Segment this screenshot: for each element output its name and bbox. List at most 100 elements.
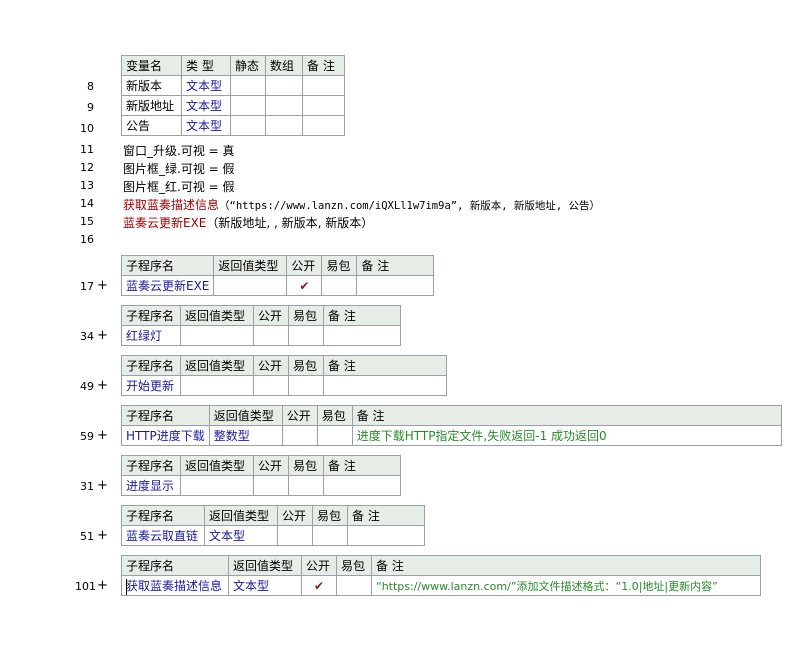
expand-button[interactable]: + — [97, 328, 108, 343]
subroutine-row[interactable]: 蓝奏云取直链 文本型 — [121, 525, 425, 546]
var-note[interactable] — [302, 115, 345, 136]
public-check-icon[interactable]: ✔ — [286, 275, 323, 296]
expand-button[interactable]: + — [97, 378, 108, 393]
sub-package[interactable] — [312, 525, 348, 546]
expand-button[interactable]: + — [97, 528, 108, 543]
subroutine-row[interactable]: HTTP进度下载 整数型 进度下载HTTP指定文件,失败返回-1 成功返回0 — [121, 425, 782, 446]
sub-public[interactable] — [281, 425, 318, 446]
sub-name[interactable]: HTTP进度下载 — [121, 425, 210, 446]
line-number: 17 — [80, 280, 94, 293]
subroutine-table: 子程序名 返回值类型 公开 易包 备 注 红绿灯 — [121, 305, 401, 346]
line-number: 16 — [80, 233, 94, 246]
col-header-note: 备 注 — [323, 355, 447, 376]
sub-note[interactable] — [347, 525, 425, 546]
col-header-note: 备 注 — [351, 405, 782, 426]
col-header-package: 易包 — [312, 505, 348, 526]
code-line[interactable]: 图片框_绿.可视 = 假 — [123, 160, 235, 177]
var-row[interactable]: 新版本 文本型 — [121, 75, 345, 96]
var-name[interactable]: 新版本 — [121, 75, 182, 96]
sub-note[interactable] — [356, 275, 435, 296]
expand-button[interactable]: + — [97, 428, 108, 443]
col-header-sub-name: 子程序名 — [121, 455, 181, 476]
sub-return-type[interactable] — [213, 275, 288, 296]
col-header-static: 静态 — [230, 55, 266, 76]
sub-public[interactable] — [253, 325, 289, 346]
sub-name[interactable]: 红绿灯 — [121, 325, 181, 346]
col-header-return-type: 返回值类型 — [208, 405, 283, 426]
subroutine-row[interactable]: 蓝奏云更新EXE ✔ — [120, 275, 435, 296]
var-type[interactable]: 文本型 — [181, 95, 231, 116]
var-type[interactable]: 文本型 — [181, 115, 231, 136]
line-number: 14 — [80, 197, 94, 210]
var-note[interactable] — [302, 75, 345, 96]
sub-package[interactable] — [288, 475, 324, 496]
line-number: 8 — [87, 80, 94, 93]
var-note[interactable] — [302, 95, 345, 116]
code-line[interactable]: 获取蓝奏描述信息（“https://www.lanzn.com/iQXLl1w7… — [123, 196, 600, 213]
var-row[interactable]: 公告 文本型 — [121, 115, 345, 136]
col-header-package: 易包 — [321, 255, 358, 276]
subroutine-row[interactable]: 开始更新 — [121, 375, 447, 396]
expand-button[interactable]: + — [97, 478, 108, 493]
sub-package[interactable] — [321, 275, 358, 296]
sub-name[interactable]: 开始更新 — [121, 375, 181, 396]
col-header-package: 易包 — [288, 305, 324, 326]
var-static[interactable] — [230, 115, 266, 136]
sub-name[interactable]: 进度显示 — [121, 475, 181, 496]
sub-public[interactable] — [253, 375, 289, 396]
col-header-sub-name: 子程序名 — [121, 505, 205, 526]
sub-name[interactable]: 获取蓝奏描述信息 — [121, 575, 229, 596]
col-header-return-type: 返回值类型 — [180, 455, 254, 476]
sub-public[interactable] — [277, 525, 313, 546]
sub-note[interactable] — [323, 375, 447, 396]
col-header-public: 公开 — [301, 555, 337, 576]
sub-return-type[interactable]: 文本型 — [204, 525, 278, 546]
sub-return-type[interactable]: 整数型 — [208, 425, 283, 446]
var-array[interactable] — [265, 95, 303, 116]
code-line[interactable]: 图片框_红.可视 = 假 — [123, 178, 235, 195]
sub-name[interactable]: 蓝奏云取直链 — [121, 525, 205, 546]
subroutine-row[interactable]: 进度显示 — [121, 475, 401, 496]
col-header-package: 易包 — [288, 455, 324, 476]
function-args: （新版地址, , 新版本, 新版本） — [206, 216, 374, 230]
sub-name[interactable]: 蓝奏云更新EXE — [120, 275, 215, 296]
sub-note[interactable]: “https://www.lanzn.com/”添加文件描述格式：“1.0|地址… — [371, 575, 761, 596]
sub-package[interactable] — [288, 325, 324, 346]
sub-return-type[interactable] — [180, 475, 254, 496]
function-call: 获取蓝奏描述信息 — [123, 198, 220, 212]
col-header-note: 备 注 — [323, 305, 401, 326]
sub-note[interactable]: 进度下载HTTP指定文件,失败返回-1 成功返回0 — [351, 425, 782, 446]
line-number: 51 — [80, 530, 94, 543]
col-header-package: 易包 — [336, 555, 372, 576]
sub-note[interactable] — [323, 325, 401, 346]
col-header-public: 公开 — [286, 255, 323, 276]
var-array[interactable] — [265, 115, 303, 136]
sub-package[interactable] — [336, 575, 372, 596]
sub-package[interactable] — [316, 425, 353, 446]
line-number: 13 — [80, 179, 94, 192]
subroutine-row[interactable]: 获取蓝奏描述信息 文本型 ✔ “https://www.lanzn.com/”添… — [121, 575, 761, 596]
col-header-return-type: 返回值类型 — [204, 505, 278, 526]
line-number: 10 — [80, 122, 94, 135]
sub-return-type[interactable] — [180, 375, 254, 396]
code-line[interactable]: 窗口_升级.可视 = 真 — [123, 142, 235, 159]
var-name[interactable]: 公告 — [121, 115, 182, 136]
subroutine-row[interactable]: 红绿灯 — [121, 325, 401, 346]
col-header-sub-name: 子程序名 — [121, 305, 181, 326]
sub-note[interactable] — [323, 475, 401, 496]
var-static[interactable] — [230, 95, 266, 116]
var-row[interactable]: 新版地址 文本型 — [121, 95, 345, 116]
var-name[interactable]: 新版地址 — [121, 95, 182, 116]
sub-return-type[interactable] — [180, 325, 254, 346]
var-array[interactable] — [265, 75, 303, 96]
col-header-package: 易包 — [288, 355, 324, 376]
var-static[interactable] — [230, 75, 266, 96]
sub-package[interactable] — [288, 375, 324, 396]
expand-button[interactable]: + — [97, 278, 108, 293]
expand-button[interactable]: + — [97, 578, 108, 593]
code-line[interactable]: 蓝奏云更新EXE（新版地址, , 新版本, 新版本） — [123, 214, 373, 231]
sub-return-type[interactable]: 文本型 — [228, 575, 302, 596]
sub-public[interactable] — [253, 475, 289, 496]
public-check-icon[interactable]: ✔ — [301, 575, 337, 596]
var-type[interactable]: 文本型 — [181, 75, 231, 96]
